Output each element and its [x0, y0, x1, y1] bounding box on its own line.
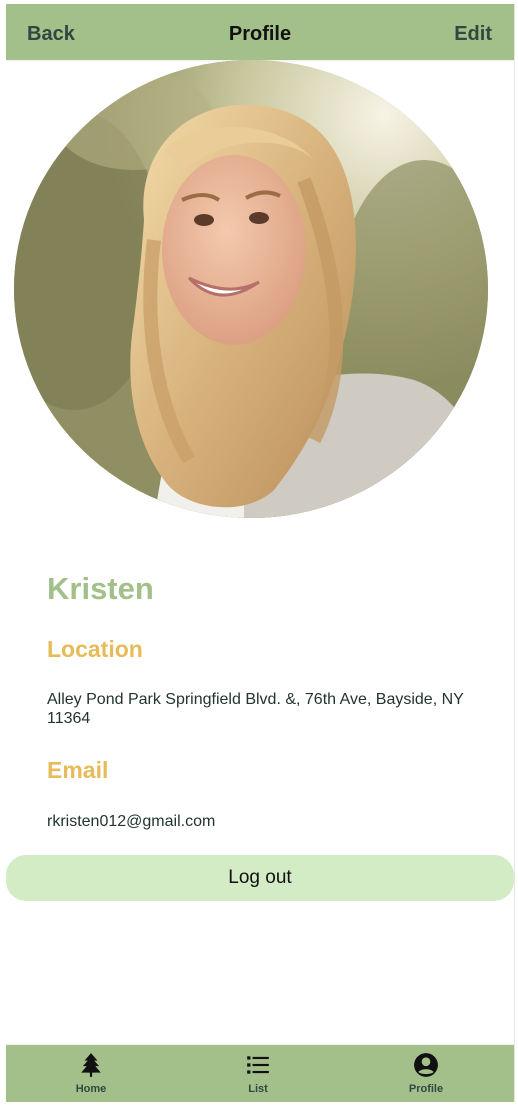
bottom-tab-bar: Home List Profile	[6, 1045, 514, 1102]
account-circle-icon	[414, 1053, 438, 1077]
tab-profile-label: Profile	[408, 1083, 444, 1095]
tab-profile[interactable]: Profile	[376, 1045, 476, 1102]
tree-icon	[81, 1053, 101, 1077]
app-screen: Back Profile Edit Kristen Location Alley…	[6, 4, 515, 1102]
location-value: Alley Pond Park Springfield Blvd. &, 76t…	[47, 691, 464, 727]
profile-photo	[14, 60, 488, 518]
email-heading: Email	[47, 757, 109, 783]
top-navigation-bar: Back Profile Edit	[6, 4, 514, 60]
tab-home[interactable]: Home	[41, 1045, 141, 1102]
tab-home-label: Home	[75, 1083, 107, 1095]
profile-photo-illustration	[14, 60, 488, 518]
logout-button[interactable]: Log out	[6, 855, 514, 901]
profile-name: Kristen	[47, 571, 154, 606]
list-icon	[247, 1056, 269, 1074]
tab-list[interactable]: List	[208, 1045, 308, 1102]
location-heading: Location	[47, 636, 143, 662]
page-title: Profile	[228, 23, 292, 45]
email-value: rkristen012@gmail.com	[47, 813, 216, 830]
tab-list-label: List	[248, 1083, 268, 1095]
edit-button[interactable]: Edit	[454, 23, 492, 46]
